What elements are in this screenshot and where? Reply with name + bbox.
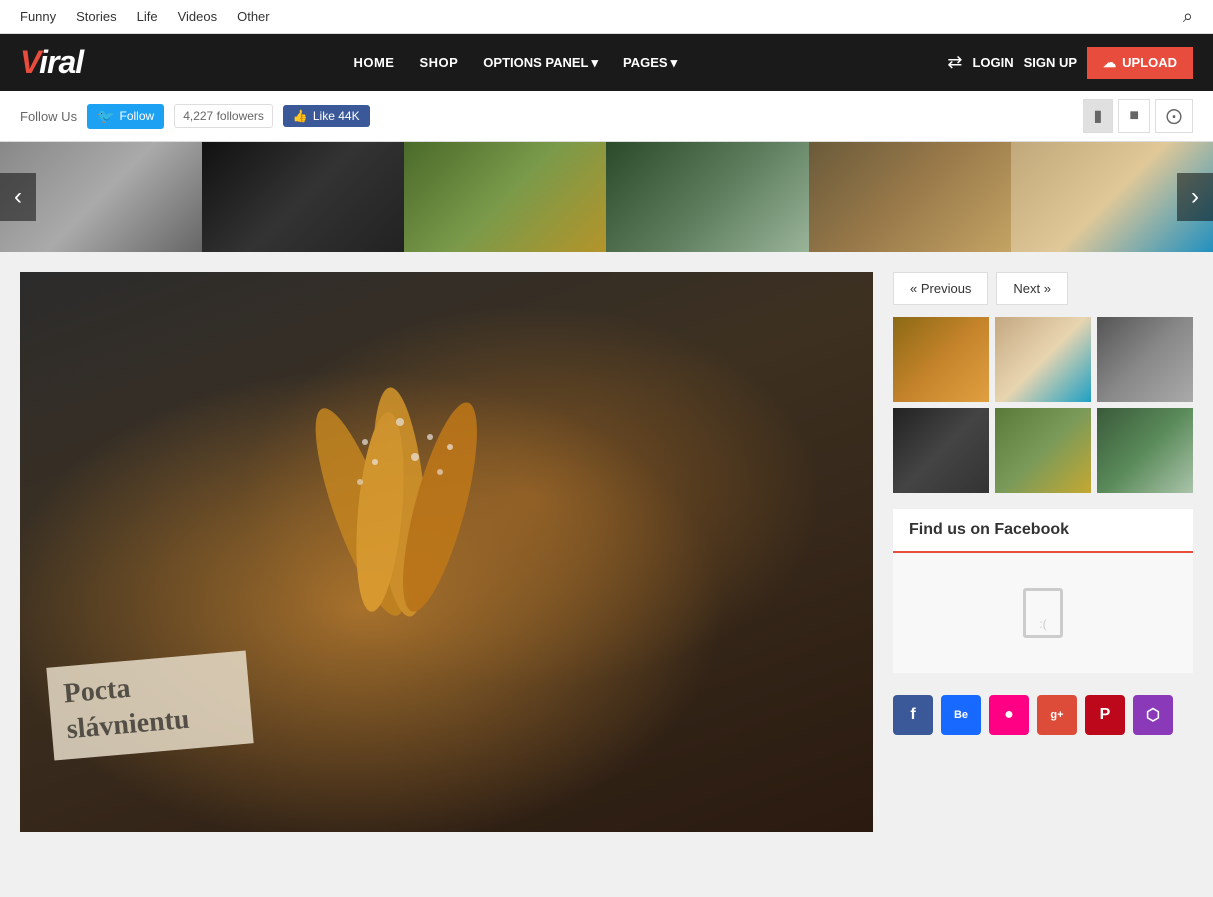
thumbnail-1[interactable] xyxy=(893,317,989,402)
facebook-section: Find us on Facebook xyxy=(893,509,1193,673)
document-error-icon xyxy=(1023,588,1063,638)
twitter-icon: 🐦 xyxy=(97,108,114,125)
carousel-item-3[interactable] xyxy=(404,142,606,252)
shuffle-icon[interactable]: ⇄ xyxy=(947,52,962,73)
signup-button[interactable]: SIGN UP xyxy=(1024,55,1077,70)
nav-funny[interactable]: Funny xyxy=(20,9,56,24)
nav-pages[interactable]: PAGES ▾ xyxy=(613,49,687,77)
content-left: Pocta slávnientu xyxy=(20,272,873,832)
view-grid-2-button[interactable]: ■ xyxy=(1118,99,1150,133)
logo-text: Viral xyxy=(20,44,83,81)
follow-bar: Follow Us 🐦 Follow 4,227 followers 👍 Lik… xyxy=(0,91,1213,142)
followers-count: 4,227 followers xyxy=(174,104,273,128)
nav-videos[interactable]: Videos xyxy=(178,9,218,24)
food-image: Pocta slávnientu xyxy=(20,272,873,832)
search-icon[interactable]: ⌕ xyxy=(1183,6,1193,27)
behance-social-icon[interactable]: Be xyxy=(941,695,981,735)
header-right: ⇄ LOGIN SIGN UP ☁ UPLOAD xyxy=(947,47,1193,79)
logo[interactable]: Viral xyxy=(20,44,83,81)
carousel-section: ‹ › xyxy=(0,142,1213,252)
follow-us-label: Follow Us xyxy=(20,109,77,124)
twitter-follow-label: Follow xyxy=(120,109,155,123)
view-single-button[interactable]: ▮ xyxy=(1083,99,1114,133)
main-content: Pocta slávnientu xyxy=(0,252,1213,852)
nav-stories[interactable]: Stories xyxy=(76,9,116,24)
main-header: Viral HOME SHOP OPTIONS PANEL ▾ PAGES ▾ … xyxy=(0,34,1213,91)
upload-button[interactable]: ☁ UPLOAD xyxy=(1087,47,1193,79)
carousel-item-2[interactable] xyxy=(202,142,404,252)
social-icons: f Be ● g+ P ⬡ xyxy=(893,685,1193,745)
main-image-container: Pocta slávnientu xyxy=(20,272,873,832)
thumbnail-2[interactable] xyxy=(995,317,1091,402)
view-toggles: ▮ ■ ⨀ xyxy=(1083,99,1193,133)
next-button[interactable]: Next » xyxy=(996,272,1068,305)
pinterest-social-icon[interactable]: P xyxy=(1085,695,1125,735)
carousel-prev-button[interactable]: ‹ xyxy=(0,173,36,221)
facebook-like-button[interactable]: 👍 Like 44K xyxy=(283,105,370,127)
facebook-widget-placeholder xyxy=(893,553,1193,673)
content-right: « Previous Next » Find us on Facebook f … xyxy=(893,272,1193,832)
facebook-thumb-icon: 👍 xyxy=(293,109,308,123)
main-nav: HOME SHOP OPTIONS PANEL ▾ PAGES ▾ xyxy=(343,49,687,77)
login-button[interactable]: LOGIN xyxy=(972,55,1013,70)
thumbnail-4[interactable] xyxy=(893,408,989,493)
nav-other[interactable]: Other xyxy=(237,9,270,24)
nav-home[interactable]: HOME xyxy=(343,49,404,76)
chevron-down-icon-pages: ▾ xyxy=(671,55,678,71)
nav-life[interactable]: Life xyxy=(137,9,158,24)
fb-like-label: Like 44K xyxy=(313,109,360,123)
nav-options-panel[interactable]: OPTIONS PANEL ▾ xyxy=(473,49,608,77)
flickr-social-icon[interactable]: ● xyxy=(989,695,1029,735)
instagram-social-icon[interactable]: ⬡ xyxy=(1133,695,1173,735)
prev-next-navigation: « Previous Next » xyxy=(893,272,1193,305)
upload-icon: ☁ xyxy=(1103,55,1116,71)
chevron-down-icon: ▾ xyxy=(592,55,599,71)
googleplus-social-icon[interactable]: g+ xyxy=(1037,695,1077,735)
churros-svg xyxy=(180,332,600,672)
thumbnail-grid xyxy=(893,317,1193,493)
thumbnail-5[interactable] xyxy=(995,408,1091,493)
carousel-track xyxy=(0,142,1213,252)
facebook-section-title: Find us on Facebook xyxy=(893,509,1193,553)
thumbnail-3[interactable] xyxy=(1097,317,1193,402)
top-nav-links: Funny Stories Life Videos Other xyxy=(20,9,270,24)
facebook-social-icon[interactable]: f xyxy=(893,695,933,735)
twitter-follow-button[interactable]: 🐦 Follow xyxy=(87,104,164,129)
nav-shop[interactable]: SHOP xyxy=(409,49,468,76)
previous-button[interactable]: « Previous xyxy=(893,272,988,305)
top-navigation: Funny Stories Life Videos Other ⌕ xyxy=(0,0,1213,34)
carousel-item-4[interactable] xyxy=(606,142,808,252)
facebook-placeholder-icon xyxy=(1023,588,1063,638)
main-image-box: Pocta slávnientu xyxy=(20,272,873,832)
view-grid-3-button[interactable]: ⨀ xyxy=(1155,99,1193,133)
thumbnail-6[interactable] xyxy=(1097,408,1193,493)
follow-left: Follow Us 🐦 Follow 4,227 followers 👍 Lik… xyxy=(20,104,370,129)
carousel-next-button[interactable]: › xyxy=(1177,173,1213,221)
carousel-item-5[interactable] xyxy=(809,142,1011,252)
